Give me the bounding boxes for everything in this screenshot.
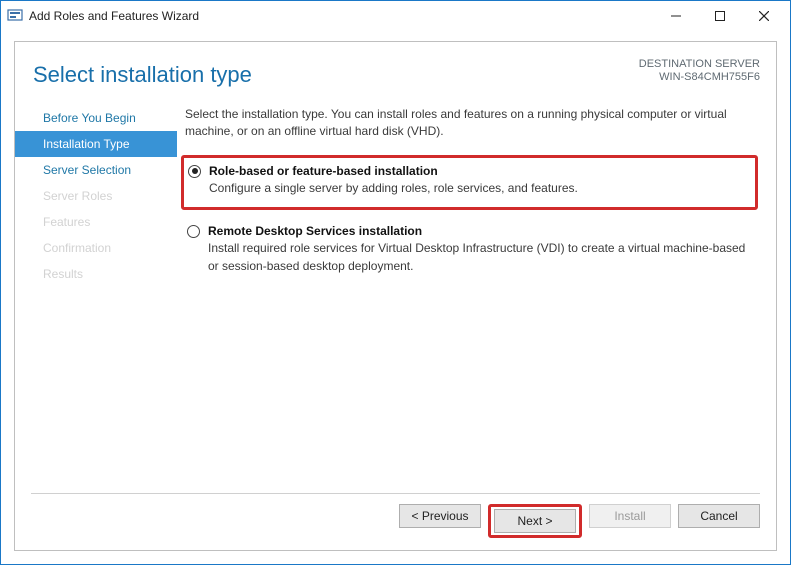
option-desc: Configure a single server by adding role… <box>209 180 751 197</box>
sidebar-item-confirmation: Confirmation <box>15 235 177 261</box>
radio-icon <box>188 165 201 178</box>
close-button[interactable] <box>742 2 786 30</box>
option-remote-desktop[interactable]: Remote Desktop Services installation Ins… <box>185 218 758 289</box>
installation-type-options: Role-based or feature-based installation… <box>185 155 758 289</box>
header: Select installation type DESTINATION SER… <box>15 42 776 102</box>
next-button[interactable]: Next > <box>494 509 576 533</box>
cancel-button[interactable]: Cancel <box>678 504 760 528</box>
wizard-main: Select the installation type. You can in… <box>177 102 776 289</box>
radio-icon <box>187 225 200 238</box>
sidebar-item-before-you-begin[interactable]: Before You Begin <box>15 105 177 131</box>
sidebar-item-features: Features <box>15 209 177 235</box>
app-icon <box>7 8 23 24</box>
destination-server-block: DESTINATION SERVER WIN-S84CMH755F6 <box>639 58 760 83</box>
wizard-inner: Select installation type DESTINATION SER… <box>14 41 777 551</box>
option-title: Role-based or feature-based installation <box>209 164 751 178</box>
sidebar-item-server-roles: Server Roles <box>15 183 177 209</box>
install-button: Install <box>589 504 671 528</box>
sidebar-item-results: Results <box>15 261 177 287</box>
wizard-sidebar: Before You Begin Installation Type Serve… <box>15 102 177 289</box>
minimize-button[interactable] <box>654 2 698 30</box>
sidebar-item-server-selection[interactable]: Server Selection <box>15 157 177 183</box>
maximize-button[interactable] <box>698 2 742 30</box>
option-title: Remote Desktop Services installation <box>208 224 758 238</box>
titlebar: Add Roles and Features Wizard <box>1 1 790 31</box>
destination-server-label: DESTINATION SERVER <box>639 58 760 70</box>
previous-button[interactable]: < Previous <box>399 504 481 528</box>
wizard-footer: < Previous Next > Install Cancel <box>31 493 760 550</box>
intro-text: Select the installation type. You can in… <box>185 106 758 141</box>
sidebar-item-installation-type[interactable]: Installation Type <box>15 131 177 157</box>
destination-server-name: WIN-S84CMH755F6 <box>639 71 760 83</box>
option-desc: Install required role services for Virtu… <box>208 240 758 275</box>
window-title: Add Roles and Features Wizard <box>29 9 654 23</box>
option-role-based[interactable]: Role-based or feature-based installation… <box>181 155 758 210</box>
